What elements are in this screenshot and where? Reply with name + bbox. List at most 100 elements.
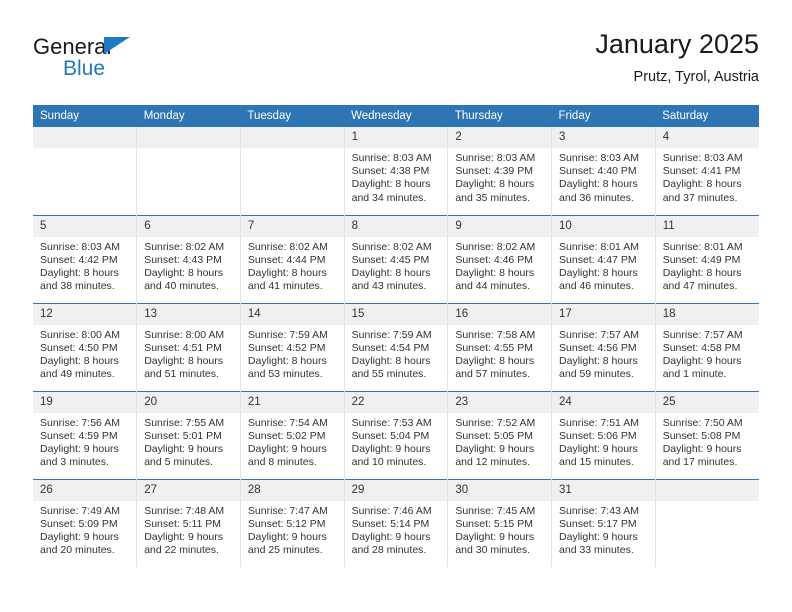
page-header: General Blue January 2025 Prutz, Tyrol, … [33, 28, 759, 98]
calendar-day-cell[interactable]: 7 Sunrise: 8:02 AM Sunset: 4:44 PM Daylight… [240, 214, 345, 303]
calendar-day-cell[interactable]: 13 Sunrise: 8:00 AM Sunset: 4:51 PM Dayligh… [136, 302, 241, 391]
calendar-day-cell[interactable]: 23 Sunrise: 7:52 AM Sunset: 5:05 PM Dayligh… [447, 390, 553, 479]
day-details: Sunrise: 8:03 AM Sunset: 4:42 PM Daylight:… [33, 237, 136, 294]
daylight-duration-line2: and 49 minutes. [40, 368, 115, 381]
calendar-day-cell[interactable]: 2 Sunrise: 8:03 AM Sunset: 4:39 PM Daylight… [447, 127, 553, 215]
calendar-day-cell[interactable]: 16 Sunrise: 7:58 AM Sunset: 4:55 PM Dayligh… [447, 302, 553, 391]
calendar-day-cell[interactable]: 19 Sunrise: 7:56 AM Sunset: 4:59 PM Dayligh… [33, 390, 138, 479]
calendar-day-cell[interactable]: 26 Sunrise: 7:49 AM Sunset: 5:09 PM Dayligh… [33, 478, 138, 567]
calendar-day-cell[interactable]: 17 Sunrise: 7:57 AM Sunset: 4:56 PM Dayligh… [551, 302, 656, 391]
day-number [137, 127, 240, 148]
day-details: Sunrise: 7:47 AM Sunset: 5:12 PM Daylight:… [241, 501, 344, 558]
calendar-day-cell[interactable]: 18 Sunrise: 7:57 AM Sunset: 4:58 PM Dayligh… [655, 302, 759, 391]
calendar-day-cell[interactable]: 6 Sunrise: 8:02 AM Sunset: 4:43 PM Daylight… [136, 214, 241, 303]
calendar-day-cell[interactable]: 5 Sunrise: 8:03 AM Sunset: 4:42 PM Daylight… [33, 214, 138, 303]
day-number: 11 [655, 215, 759, 237]
sunrise-time: Sunrise: 7:51 AM [559, 416, 639, 429]
calendar-day-cell-empty[interactable] [136, 127, 241, 215]
calendar-day-cell[interactable]: 1 Sunrise: 8:03 AM Sunset: 4:38 PM Daylight… [344, 127, 449, 215]
daylight-duration-line2: and 57 minutes. [455, 368, 531, 381]
calendar-day-cell[interactable]: 3 Sunrise: 8:03 AM Sunset: 4:40 PM Daylight… [551, 127, 656, 215]
daylight-duration-line2: and 43 minutes. [351, 280, 427, 293]
calendar-day-cell[interactable]: 10 Sunrise: 8:01 AM Sunset: 4:47 PM Dayligh… [551, 214, 656, 303]
sunset-time: Sunset: 4:59 PM [40, 429, 118, 442]
daylight-duration-line1: Daylight: 8 hours [144, 266, 223, 279]
day-number: 1 [344, 127, 448, 148]
daylight-duration-line2: and 38 minutes. [40, 280, 115, 293]
day-details: Sunrise: 8:01 AM Sunset: 4:47 PM Daylight:… [552, 237, 655, 294]
calendar-day-cell[interactable]: 22 Sunrise: 7:53 AM Sunset: 5:04 PM Dayligh… [344, 390, 449, 479]
sunrise-time: Sunrise: 7:50 AM [662, 416, 743, 429]
calendar-day-cell-empty[interactable] [240, 127, 345, 215]
sunrise-time: Sunrise: 8:02 AM [247, 240, 328, 253]
sunset-time: Sunset: 5:11 PM [144, 517, 222, 530]
sunrise-time: Sunrise: 7:56 AM [40, 416, 120, 429]
sunset-time: Sunset: 4:41 PM [662, 165, 741, 178]
calendar-day-cell[interactable]: 4 Sunrise: 8:03 AM Sunset: 4:41 PM Daylight… [655, 127, 759, 215]
day-number: 12 [33, 303, 137, 325]
calendar-day-cell[interactable]: 14 Sunrise: 7:59 AM Sunset: 4:52 PM Dayligh… [240, 302, 345, 391]
sunset-time: Sunset: 4:50 PM [40, 341, 118, 354]
day-number: 14 [240, 303, 344, 325]
sunset-time: Sunset: 4:58 PM [662, 341, 741, 354]
calendar-day-cell[interactable]: 21 Sunrise: 7:54 AM Sunset: 5:02 PM Dayligh… [240, 390, 345, 479]
day-details: Sunrise: 8:02 AM Sunset: 4:43 PM Daylight:… [137, 237, 240, 294]
day-number: 4 [655, 127, 759, 148]
calendar-day-cell[interactable]: 20 Sunrise: 7:55 AM Sunset: 5:01 PM Dayligh… [136, 390, 241, 479]
calendar-day-cell[interactable]: 31 Sunrise: 7:43 AM Sunset: 5:17 PM Dayligh… [551, 478, 656, 567]
daylight-duration-line1: Daylight: 9 hours [351, 530, 431, 543]
sunrise-time: Sunrise: 8:03 AM [40, 240, 120, 253]
sunset-time: Sunset: 5:02 PM [247, 429, 326, 442]
calendar-day-cell[interactable]: 30 Sunrise: 7:45 AM Sunset: 5:15 PM Dayligh… [447, 478, 553, 567]
daylight-duration-line2: and 20 minutes. [40, 544, 115, 557]
day-number: 13 [137, 303, 240, 325]
calendar-body: 1 Sunrise: 8:03 AM Sunset: 4:38 PM Daylight… [33, 127, 759, 567]
daylight-duration-line1: Daylight: 8 hours [247, 266, 327, 279]
calendar-day-cell[interactable]: 11 Sunrise: 8:01 AM Sunset: 4:49 PM Dayligh… [655, 214, 759, 303]
day-details: Sunrise: 7:59 AM Sunset: 4:52 PM Daylight:… [241, 325, 344, 382]
page-title: January 2025 [595, 29, 759, 59]
day-details: Sunrise: 7:51 AM Sunset: 5:06 PM Daylight:… [552, 413, 655, 470]
sunrise-time: Sunrise: 8:01 AM [662, 240, 743, 253]
sunset-time: Sunset: 5:06 PM [559, 429, 637, 442]
calendar-day-cell[interactable]: 12 Sunrise: 8:00 AM Sunset: 4:50 PM Dayligh… [33, 302, 138, 391]
blue-triangle-icon [104, 37, 130, 54]
daylight-duration-line1: Daylight: 9 hours [455, 530, 535, 543]
page-subtitle: Prutz, Tyrol, Austria [633, 69, 759, 85]
calendar-day-cell[interactable]: 9 Sunrise: 8:02 AM Sunset: 4:46 PM Daylight… [447, 214, 553, 303]
day-number: 10 [552, 215, 655, 237]
calendar-day-cell[interactable]: 29 Sunrise: 7:46 AM Sunset: 5:14 PM Dayligh… [344, 478, 449, 567]
day-number [655, 479, 759, 501]
sunset-time: Sunset: 5:05 PM [455, 429, 533, 442]
daylight-duration-line1: Daylight: 8 hours [351, 266, 431, 279]
day-number: 25 [655, 391, 759, 413]
day-number [240, 127, 344, 148]
brand-logo-line1: General [33, 34, 233, 60]
daylight-duration-line2: and 53 minutes. [247, 368, 323, 381]
day-details: Sunrise: 8:03 AM Sunset: 4:38 PM Daylight:… [345, 148, 448, 205]
calendar-day-cell[interactable]: 28 Sunrise: 7:47 AM Sunset: 5:12 PM Dayligh… [240, 478, 345, 567]
calendar-day-cell[interactable]: 27 Sunrise: 7:48 AM Sunset: 5:11 PM Dayligh… [136, 478, 241, 567]
day-number: 2 [448, 127, 552, 148]
sunrise-time: Sunrise: 7:55 AM [144, 416, 225, 429]
day-details: Sunrise: 7:43 AM Sunset: 5:17 PM Daylight:… [552, 501, 655, 558]
sunset-time: Sunset: 4:42 PM [40, 253, 118, 266]
daylight-duration-line1: Daylight: 8 hours [455, 354, 535, 367]
daylight-duration-line2: and 28 minutes. [351, 544, 427, 557]
day-number: 23 [448, 391, 552, 413]
calendar-day-cell[interactable]: 15 Sunrise: 7:59 AM Sunset: 4:54 PM Dayligh… [344, 302, 449, 391]
calendar-week-row: 19 Sunrise: 7:56 AM Sunset: 4:59 PM Dayligh… [33, 390, 759, 479]
calendar-day-cell[interactable]: 24 Sunrise: 7:51 AM Sunset: 5:06 PM Dayligh… [551, 390, 656, 479]
daylight-duration-line2: and 36 minutes. [559, 191, 634, 204]
calendar-day-cell[interactable]: 25 Sunrise: 7:50 AM Sunset: 5:08 PM Dayligh… [655, 390, 759, 479]
calendar-day-cell-empty[interactable] [655, 478, 759, 567]
daylight-duration-line1: Daylight: 8 hours [247, 354, 327, 367]
sunrise-time: Sunrise: 7:57 AM [662, 328, 743, 341]
day-details: Sunrise: 8:01 AM Sunset: 4:49 PM Daylight:… [656, 237, 759, 294]
sunset-time: Sunset: 4:52 PM [247, 341, 326, 354]
daylight-duration-line2: and 1 minute. [662, 368, 727, 381]
calendar-day-cell[interactable]: 8 Sunrise: 8:02 AM Sunset: 4:45 PM Daylight… [344, 214, 449, 303]
day-details: Sunrise: 8:02 AM Sunset: 4:45 PM Daylight:… [345, 237, 448, 294]
calendar-day-cell-empty[interactable] [33, 127, 138, 215]
sunrise-time: Sunrise: 8:02 AM [351, 240, 432, 253]
